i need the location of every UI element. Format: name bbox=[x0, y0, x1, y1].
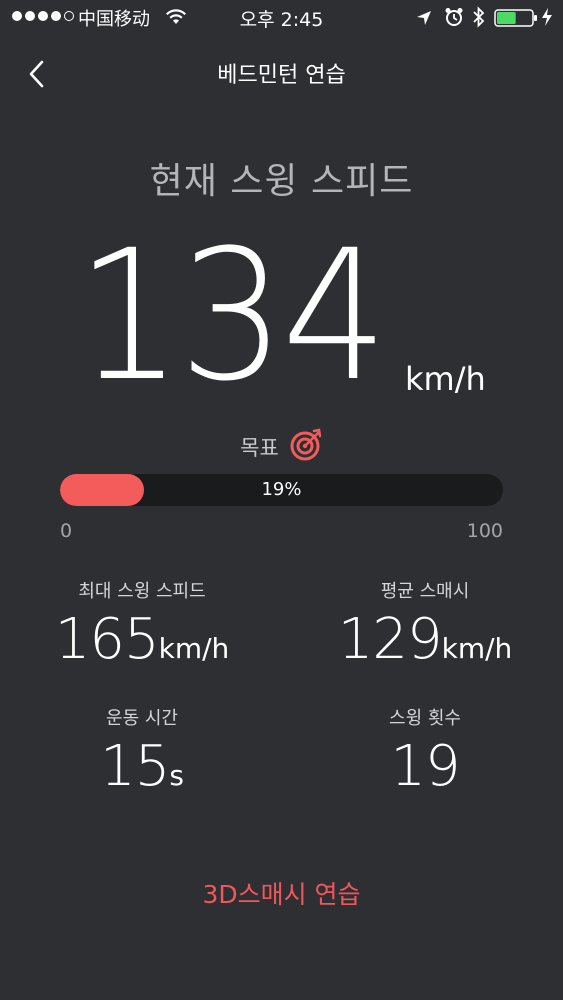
goal-progress-text: 19% bbox=[261, 479, 302, 500]
stat-value: 129 bbox=[337, 607, 443, 672]
stat-value: 19 bbox=[390, 734, 460, 799]
status-bar: 中国移动 오후 2:45 bbox=[0, 0, 563, 38]
swing-count-stat: 스윙 횟수 19 bbox=[305, 707, 545, 799]
target-icon[interactable] bbox=[289, 428, 323, 466]
max-swing-speed-stat: 최대 스윙 스피드 165km/h bbox=[22, 580, 262, 672]
stat-unit: s bbox=[169, 759, 184, 792]
charging-bolt-icon bbox=[541, 7, 553, 32]
stat-label: 운동 시간 bbox=[106, 708, 178, 729]
progress-min-label: 0 bbox=[60, 520, 73, 542]
goal-row: 목표 bbox=[0, 428, 563, 466]
stat-unit: km/h bbox=[158, 632, 230, 665]
3d-smash-practice-button[interactable]: 3D스매시 연습 bbox=[0, 875, 563, 911]
battery-icon bbox=[494, 9, 538, 32]
current-speed-value: 134 bbox=[76, 212, 388, 421]
stat-unit: km/h bbox=[441, 632, 513, 665]
page-title: 베드민턴 연습 bbox=[217, 63, 346, 88]
current-speed-unit: km/h bbox=[405, 360, 486, 398]
goal-progress-bar: 19% bbox=[60, 474, 503, 506]
stat-label: 스윙 횟수 bbox=[389, 708, 461, 729]
stat-label: 최대 스윙 스피드 bbox=[78, 581, 206, 602]
stat-label: 평균 스매시 bbox=[380, 581, 470, 602]
exercise-time-stat: 운동 시간 15s bbox=[22, 707, 262, 799]
current-swing-speed-label: 현재 스윙 스피드 bbox=[149, 161, 414, 202]
goal-label: 목표 bbox=[240, 436, 279, 460]
average-smash-stat: 평균 스매시 129km/h bbox=[305, 580, 545, 672]
bluetooth-icon bbox=[472, 6, 486, 33]
progress-max-label: 100 bbox=[466, 520, 503, 542]
stat-value: 165 bbox=[54, 607, 160, 672]
alarm-clock-icon bbox=[444, 7, 464, 32]
location-arrow-icon bbox=[416, 9, 432, 31]
current-speed-display: 134 bbox=[76, 222, 408, 412]
stat-value: 15 bbox=[100, 734, 170, 799]
